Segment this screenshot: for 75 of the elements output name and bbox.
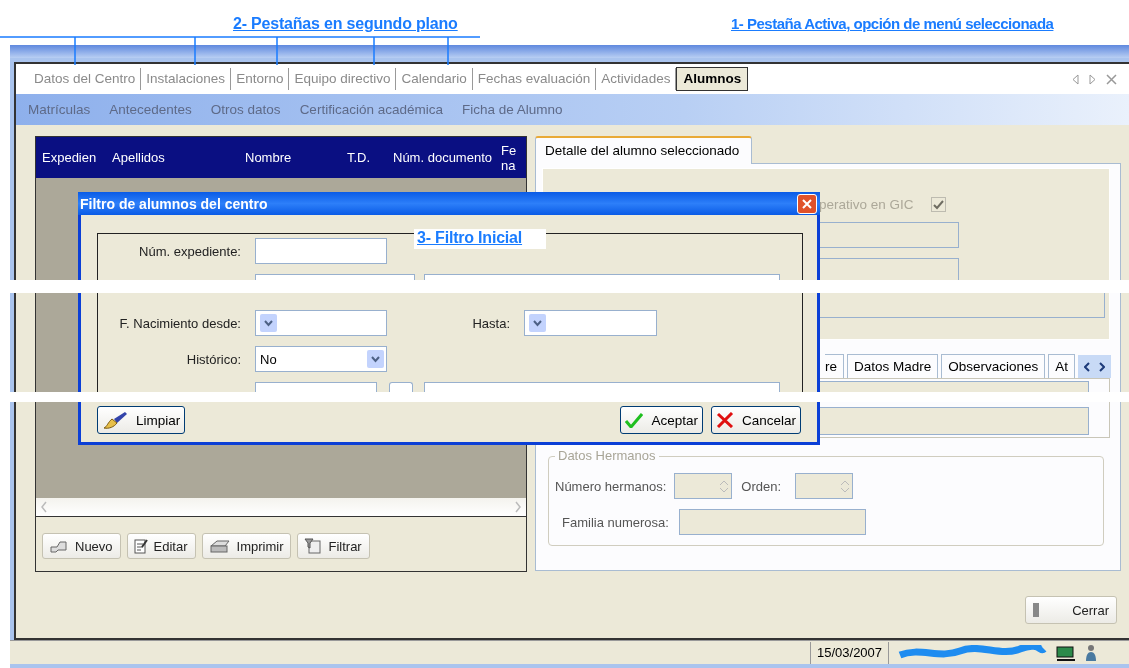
tab[interactable]: Entorno [231, 68, 290, 90]
field-label: Número hermanos: [555, 478, 667, 494]
text-field[interactable] [255, 238, 387, 264]
scroll-left-icon[interactable] [40, 501, 48, 513]
door-icon [1032, 602, 1040, 618]
person-icon [1085, 643, 1098, 662]
dropdown-field[interactable]: No [255, 346, 387, 372]
annotation-label: 3- Filtro Inicial [414, 229, 547, 249]
spin-field[interactable] [795, 473, 854, 499]
dropdown-icon[interactable] [529, 314, 546, 332]
column-header: Expedien [42, 150, 98, 165]
tab[interactable]: Instalaciones [141, 68, 232, 90]
brush-icon [102, 410, 128, 430]
spin-field[interactable] [674, 473, 733, 499]
checkmark-icon [625, 412, 644, 428]
dropdown-field[interactable] [255, 310, 387, 336]
text-field[interactable] [819, 222, 959, 248]
dialog-button[interactable]: Limpiar [97, 406, 186, 434]
tab[interactable]: re [825, 354, 844, 378]
toolbar-button[interactable]: Imprimir [201, 533, 292, 559]
tab[interactable]: Calendario [396, 68, 473, 90]
tab[interactable]: Equipo directivo [289, 68, 397, 90]
network-icon [1055, 643, 1078, 662]
lookup-button[interactable] [389, 382, 413, 392]
text-field[interactable] [255, 382, 377, 392]
dropdown-field[interactable] [255, 274, 415, 280]
checkbox[interactable] [930, 197, 946, 212]
text-field[interactable] [819, 258, 959, 282]
column-header: Fe na [501, 142, 518, 173]
status-date: 15/03/2007 [810, 641, 890, 664]
tab[interactable]: Observaciones [941, 354, 1046, 378]
column-header: T.D. [347, 150, 372, 165]
spin-arrows-icon[interactable] [841, 479, 850, 493]
tab[interactable]: At [1048, 354, 1076, 378]
tab[interactable]: Alumnos [676, 67, 749, 91]
notepad-icon [133, 538, 148, 554]
tab[interactable]: Datos del Centro [29, 68, 142, 90]
field-label: Familia numerosa: [562, 514, 669, 530]
column-header: Nombre [245, 150, 293, 165]
dropdown-icon[interactable] [260, 314, 277, 332]
field-label: perativo en GIC [819, 197, 914, 212]
tab[interactable]: Detalle del alumno seleccionado [535, 136, 753, 164]
dialog-title: Filtro de alumnos del centro [80, 195, 268, 212]
tab[interactable]: Datos Madre [847, 354, 939, 378]
text-field[interactable] [424, 382, 780, 392]
column-header: Núm. documento [393, 150, 493, 165]
group-title: Datos Hermanos [555, 448, 659, 463]
field-label: Hasta: [471, 315, 511, 331]
text-field[interactable] [424, 274, 780, 280]
tab[interactable]: Fechas evaluación [472, 68, 597, 90]
annotation-label: 1- Pestaña Activa, opción de menú seleccionada [731, 15, 1054, 32]
close-icon[interactable] [1106, 73, 1117, 85]
close-icon [802, 198, 812, 209]
annotation-label: 2- Pestañas en segundo plano [233, 15, 458, 33]
field-label: Orden: [741, 478, 782, 494]
printer-icon [208, 538, 231, 554]
dropdown-icon[interactable] [367, 350, 384, 368]
dropdown-field[interactable] [524, 310, 657, 336]
spin-arrows-icon[interactable] [720, 479, 729, 493]
field-label: Núm. expediente: [138, 243, 242, 259]
toolbar-button[interactable]: Filtrar [297, 533, 370, 559]
filter-icon [304, 538, 323, 554]
close-button[interactable] [797, 193, 817, 214]
field-label: F. Nacimiento desde: [118, 315, 242, 331]
dialog-button[interactable]: Aceptar [620, 406, 703, 434]
toolbar-button[interactable]: Editar [126, 533, 196, 559]
field-label: Histórico: [185, 351, 242, 367]
cross-icon [715, 412, 734, 428]
column-header: Apellidos [112, 150, 166, 165]
dialog-button[interactable]: Cancelar [710, 406, 801, 434]
text-field[interactable] [819, 407, 1089, 435]
toolbar-button[interactable]: Nuevo [42, 533, 121, 559]
close-button[interactable]: Cerrar [1025, 596, 1117, 624]
scroll-right-icon[interactable] [514, 501, 522, 513]
text-field[interactable] [678, 509, 866, 535]
